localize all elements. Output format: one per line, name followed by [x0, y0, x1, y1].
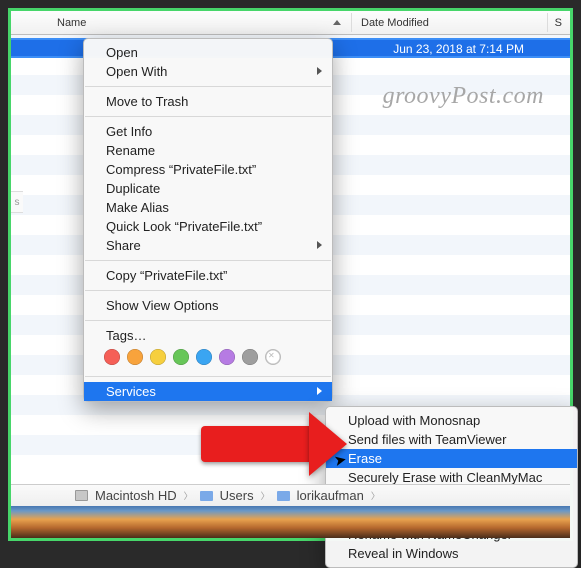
- tag-green[interactable]: [173, 349, 189, 365]
- path-bar[interactable]: Macintosh HD 〉 Users 〉 lorikaufman 〉: [11, 484, 570, 506]
- menu-label: Services: [106, 384, 156, 399]
- tag-gray[interactable]: [242, 349, 258, 365]
- menu-services[interactable]: Services: [84, 382, 332, 401]
- menu-label: Share: [106, 238, 141, 253]
- path-seg-users[interactable]: Users: [220, 488, 254, 503]
- desktop-background: [11, 504, 570, 538]
- folder-icon: [200, 491, 213, 501]
- tag-orange[interactable]: [127, 349, 143, 365]
- menu-separator: [85, 260, 331, 261]
- tag-red[interactable]: [104, 349, 120, 365]
- path-seg-hd[interactable]: Macintosh HD: [95, 488, 177, 503]
- menu-tags-label[interactable]: Tags…: [84, 326, 332, 345]
- chevron-right-icon: 〉: [371, 489, 380, 502]
- header-divider: [351, 13, 352, 32]
- tag-purple[interactable]: [219, 349, 235, 365]
- chevron-right-icon: [317, 387, 322, 395]
- header-divider: [547, 13, 548, 32]
- chevron-right-icon: 〉: [261, 489, 270, 502]
- menu-separator: [85, 376, 331, 377]
- menu-open[interactable]: Open: [84, 43, 332, 62]
- menu-duplicate[interactable]: Duplicate: [84, 179, 332, 198]
- menu-open-with[interactable]: Open With: [84, 62, 332, 81]
- menu-copy[interactable]: Copy “PrivateFile.txt”: [84, 266, 332, 285]
- menu-share[interactable]: Share: [84, 236, 332, 255]
- finder-window: Name Date Modified S Jun 23, 2018 at 7:1…: [8, 8, 573, 541]
- menu-rename[interactable]: Rename: [84, 141, 332, 160]
- svc-teamviewer[interactable]: Send files with TeamViewer: [326, 430, 577, 449]
- row-date-modified: Jun 23, 2018 at 7:14 PM: [393, 42, 524, 56]
- chevron-right-icon: [317, 241, 322, 249]
- menu-separator: [85, 116, 331, 117]
- sort-asc-icon: [333, 20, 341, 25]
- menu-label: Open With: [106, 64, 167, 79]
- svc-reveal-windows[interactable]: Reveal in Windows: [326, 544, 577, 563]
- col-name[interactable]: Name: [57, 17, 86, 29]
- col-date-modified[interactable]: Date Modified: [361, 17, 429, 29]
- svc-erase[interactable]: Erase: [326, 449, 577, 468]
- tag-blue[interactable]: [196, 349, 212, 365]
- hd-icon: [75, 490, 88, 501]
- menu-separator: [85, 86, 331, 87]
- tag-row: [84, 345, 332, 371]
- menu-get-info[interactable]: Get Info: [84, 122, 332, 141]
- sidebar-stub: s: [11, 191, 23, 213]
- chevron-right-icon: 〉: [184, 489, 193, 502]
- path-seg-user[interactable]: lorikaufman: [297, 488, 364, 503]
- column-header[interactable]: Name Date Modified S: [11, 11, 570, 35]
- menu-compress[interactable]: Compress “PrivateFile.txt”: [84, 160, 332, 179]
- menu-separator: [85, 320, 331, 321]
- chevron-right-icon: [317, 67, 322, 75]
- menu-quick-look[interactable]: Quick Look “PrivateFile.txt”: [84, 217, 332, 236]
- menu-view-options[interactable]: Show View Options: [84, 296, 332, 315]
- menu-move-to-trash[interactable]: Move to Trash: [84, 92, 332, 111]
- tag-yellow[interactable]: [150, 349, 166, 365]
- context-menu[interactable]: Open Open With Move to Trash Get Info Re…: [83, 38, 333, 402]
- col-size[interactable]: S: [555, 17, 562, 29]
- tag-none[interactable]: [265, 349, 281, 365]
- folder-icon: [277, 491, 290, 501]
- menu-make-alias[interactable]: Make Alias: [84, 198, 332, 217]
- svc-upload-monosnap[interactable]: Upload with Monosnap: [326, 411, 577, 430]
- menu-separator: [85, 290, 331, 291]
